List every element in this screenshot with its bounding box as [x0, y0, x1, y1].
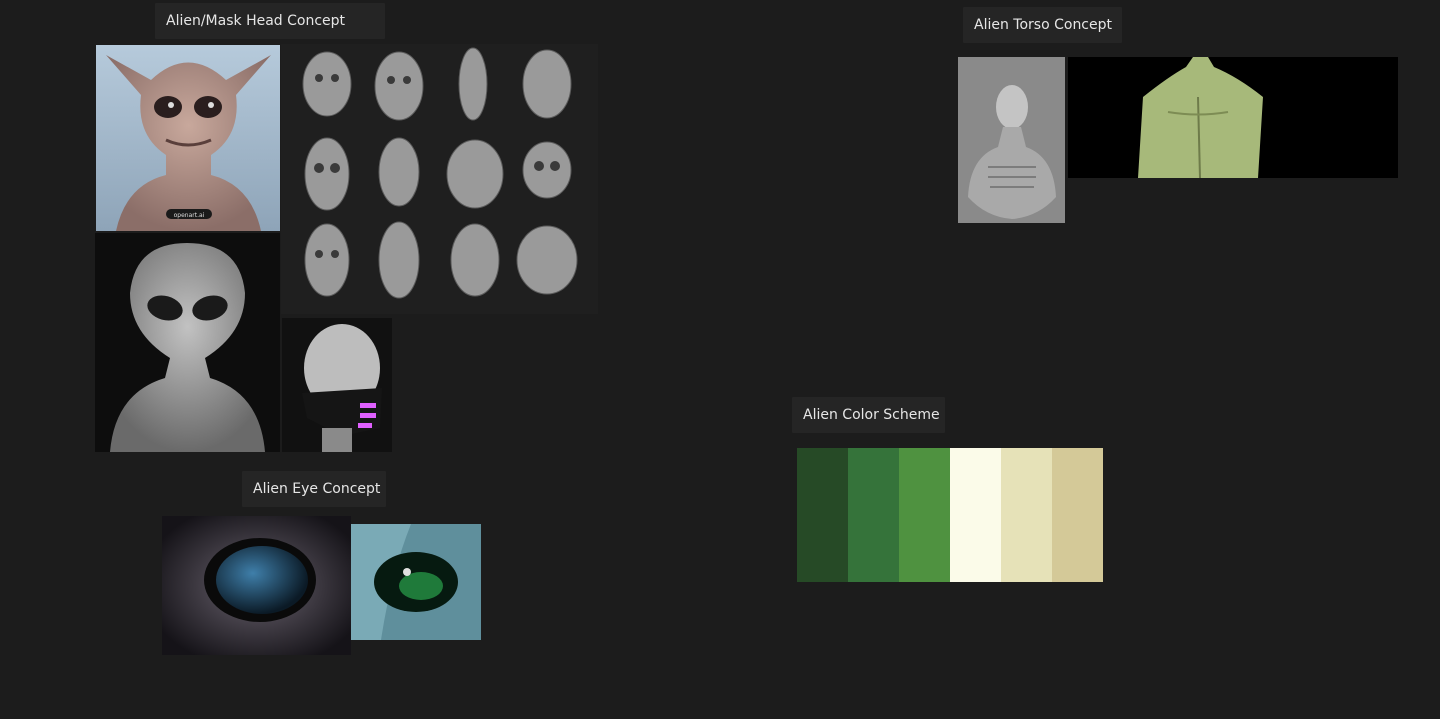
label-alien-eye-concept: Alien Eye Concept — [242, 471, 386, 507]
image-green-torso[interactable] — [1068, 57, 1398, 178]
image-torso-sculpt[interactable] — [958, 57, 1065, 223]
color-swatch[interactable] — [797, 448, 848, 582]
color-swatch[interactable] — [899, 448, 950, 582]
color-palette — [797, 448, 1103, 582]
image-grey-alien-bust[interactable] — [95, 233, 280, 452]
color-swatch[interactable] — [1001, 448, 1052, 582]
label-alien-head-concept: Alien/Mask Head Concept — [155, 3, 385, 39]
image-alien-portrait[interactable]: openart.ai — [96, 45, 280, 231]
image-alien-eye-green[interactable] — [351, 524, 481, 640]
label-alien-torso-concept: Alien Torso Concept — [963, 7, 1122, 43]
image-masked-head[interactable] — [282, 318, 392, 452]
color-swatch[interactable] — [1052, 448, 1103, 582]
image-head-sculpt-grid[interactable] — [281, 44, 598, 314]
watermark-text: openart.ai — [174, 212, 205, 219]
color-swatch[interactable] — [848, 448, 899, 582]
image-alien-eye[interactable] — [162, 516, 351, 655]
label-alien-color-scheme: Alien Color Scheme — [792, 397, 945, 433]
color-swatch[interactable] — [950, 448, 1001, 582]
